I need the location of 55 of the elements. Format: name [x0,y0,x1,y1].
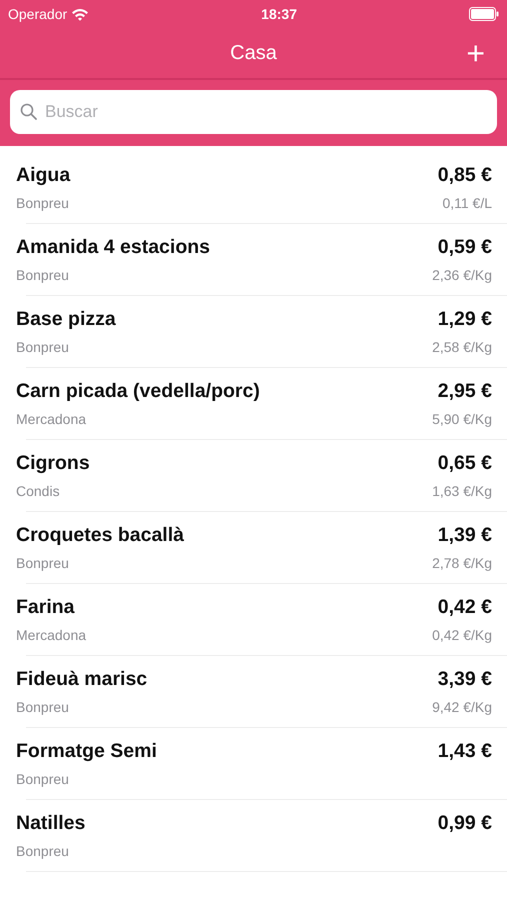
price: 3,39 € [438,668,492,692]
list-row[interactable]: Amanida 4 estacions Bonpreu 0,59 € 2,36 €/Kg [0,224,507,296]
product-name: Amanida 4 estacions [16,236,210,260]
product-name: Cigrons [16,452,90,476]
unit-price: 9,42 €/Kg [432,699,492,716]
store-name: Bonpreu [16,771,70,788]
product-name: Formatge Semi [16,740,157,764]
unit-price: 0,42 €/Kg [432,627,492,644]
product-name: Fideuà marisc [16,668,148,692]
price: 0,85 € [438,164,492,188]
store-name: Condis [16,483,61,500]
store-name: Bonpreu [16,195,70,212]
product-name: Base pizza [16,308,116,332]
price: 1,43 € [438,740,492,764]
store-name: Bonpreu [16,267,70,284]
unit-price: 0,11 €/L [442,195,492,212]
carrier-name: Operador [8,4,68,24]
list-row[interactable]: Fideuà marisc Bonpreu 3,39 € 9,42 €/Kg [0,656,507,728]
unit-price: 5,90 €/Kg [432,411,492,428]
price: 0,59 € [438,236,492,260]
unit-price: 2,78 €/Kg [432,555,492,572]
unit-price: 1,63 €/Kg [432,483,492,500]
store-name: Bonpreu [16,843,70,860]
store-name: Mercadona [16,627,86,644]
price: 0,42 € [438,596,492,620]
wifi-icon [71,8,90,20]
product-name: Aigua [16,164,70,188]
product-name: Croquetes bacallà [16,524,184,548]
list-row[interactable]: Aigua Bonpreu 0,85 € 0,11 €/L [0,152,507,224]
price: 1,39 € [438,524,492,548]
store-name: Mercadona [16,411,88,428]
nav-title: Casa [230,41,277,66]
store-name: Bonpreu [16,699,70,716]
list-row[interactable]: Carn picada (vedella/porc) Mercadona 2,95 € 5,90 €/Kg [0,368,507,440]
price: 1,29 € [438,308,492,332]
list-row[interactable]: Cigrons Condis 0,65 € 1,63 €/Kg [0,440,507,512]
battery-icon [469,7,499,21]
product-name: Natilles [16,812,86,836]
store-name: Bonpreu [16,339,70,356]
list-row[interactable]: Formatge Semi Bonpreu 1,43 € [0,728,507,800]
price: 2,95 € [438,380,492,404]
list-row[interactable]: Base pizza Bonpreu 1,29 € 2,58 €/Kg [0,296,507,368]
list-row[interactable]: Natilles Bonpreu 0,99 € [0,800,507,872]
add-button[interactable]: + [466,37,485,69]
unit-price: 2,58 €/Kg [432,339,492,356]
unit-price: 2,36 €/Kg [432,267,492,284]
search-field[interactable]: Buscar [10,90,497,134]
list-row[interactable]: Croquetes bacallà Bonpreu 1,39 € 2,78 €/Kg [0,512,507,584]
product-name: Carn picada (vedella/porc) [16,380,260,404]
store-name: Bonpreu [16,555,70,572]
status-time: 18:37 [261,4,297,24]
price: 0,99 € [438,812,492,836]
list-row[interactable]: Farina Mercadona 0,42 € 0,42 €/Kg [0,584,507,656]
price: 0,65 € [438,452,492,476]
product-name: Farina [16,596,76,620]
